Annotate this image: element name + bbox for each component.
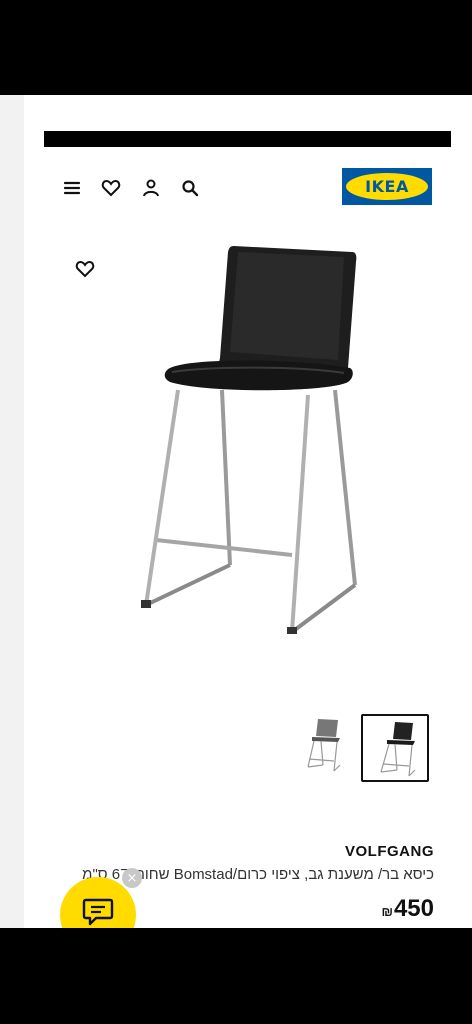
product-image-bar-stool[interactable] [130,240,370,640]
product-name: VOLFGANG [345,843,434,860]
ikea-logo[interactable]: IKEA [342,168,432,205]
thumbnail-2-selected[interactable] [361,714,429,782]
ikea-logo-text: IKEA [346,173,428,200]
top-banner-bar [44,131,451,147]
user-icon[interactable] [140,177,162,199]
app-screen: IKEA VOLFGANG כיסא בר/ משענת גב, ציפוי כ… [0,95,472,928]
search-icon[interactable] [179,177,201,199]
product-price: ₪450 [381,895,434,923]
favorite-heart-icon[interactable] [74,258,96,280]
edge-strip [0,95,24,928]
chat-bubble-icon [82,898,114,926]
currency-symbol: ₪ [381,904,393,919]
heart-icon[interactable] [100,177,122,199]
thumbnail-1[interactable] [302,715,346,775]
menu-icon[interactable] [61,177,83,199]
chat-close-icon[interactable]: × [122,868,142,888]
price-value: 450 [393,895,434,922]
